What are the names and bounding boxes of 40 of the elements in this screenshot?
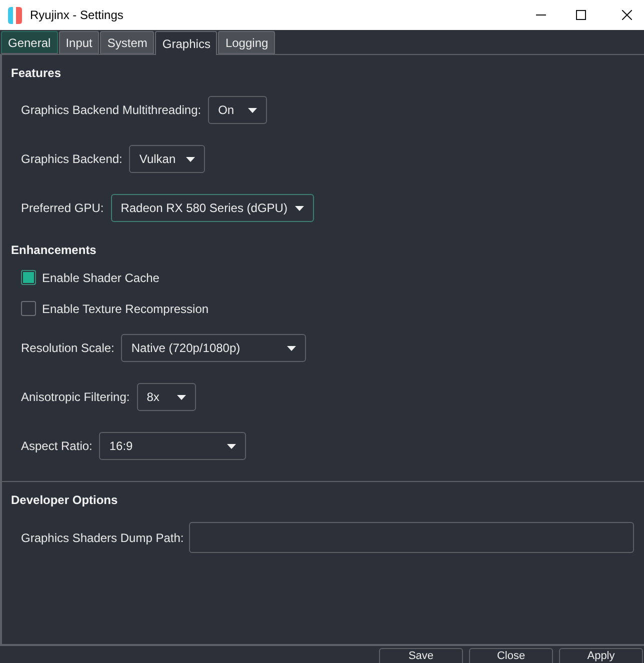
caret-icon <box>227 444 236 448</box>
tab[interactable]: Graphics <box>155 31 218 55</box>
setting-label: Anisotropic Filtering: <box>21 390 130 404</box>
section-title: Enhancements <box>11 242 98 258</box>
dropdown[interactable]: Native (720p/1080p) <box>121 334 306 362</box>
checkbox[interactable] <box>21 270 36 285</box>
dropdown[interactable]: Vulkan <box>129 145 206 173</box>
caret-icon <box>295 206 304 210</box>
window-title: Ryujinx - Settings <box>30 8 124 22</box>
section-title: Developer Options <box>11 492 119 508</box>
checkbox[interactable] <box>21 301 36 316</box>
setting-label: Graphics Backend Multithreading: <box>21 103 202 117</box>
tab[interactable]: Input <box>58 31 100 54</box>
input-field[interactable] <box>188 522 634 553</box>
dropdown[interactable]: 8x <box>136 383 196 411</box>
section-title: Features <box>11 65 62 81</box>
logo-icon <box>8 6 22 24</box>
caret-icon <box>248 108 258 112</box>
dialog-button[interactable]: Close <box>469 648 553 663</box>
caret-icon <box>186 156 196 162</box>
dropdown[interactable]: On <box>208 96 268 124</box>
tab[interactable]: General <box>1 31 58 54</box>
setting-label: Aspect Ratio: <box>21 439 92 453</box>
tab[interactable]: Logging <box>218 31 276 54</box>
setting-label: Graphics Shaders Dump Path: <box>21 530 184 544</box>
dropdown[interactable]: 16:9 <box>99 432 246 460</box>
dialog-button[interactable]: Apply <box>559 648 643 663</box>
setting-label: Graphics Backend: <box>21 152 122 166</box>
setting-label: Resolution Scale: <box>21 341 114 355</box>
dialog-button[interactable]: Save <box>379 648 463 663</box>
checkbox-label: Enable Texture Recompression <box>42 302 209 316</box>
close-icon[interactable] <box>622 10 632 20</box>
minimize-icon[interactable] <box>536 14 546 16</box>
dropdown[interactable]: Radeon RX 580 Series (dGPU) <box>110 194 314 222</box>
tab[interactable]: System <box>100 31 154 54</box>
setting-label: Preferred GPU: <box>21 201 104 215</box>
maximize-icon[interactable] <box>576 10 586 20</box>
caret-icon <box>176 394 186 400</box>
checkbox-label: Enable Shader Cache <box>42 270 160 284</box>
caret-icon <box>287 346 296 350</box>
